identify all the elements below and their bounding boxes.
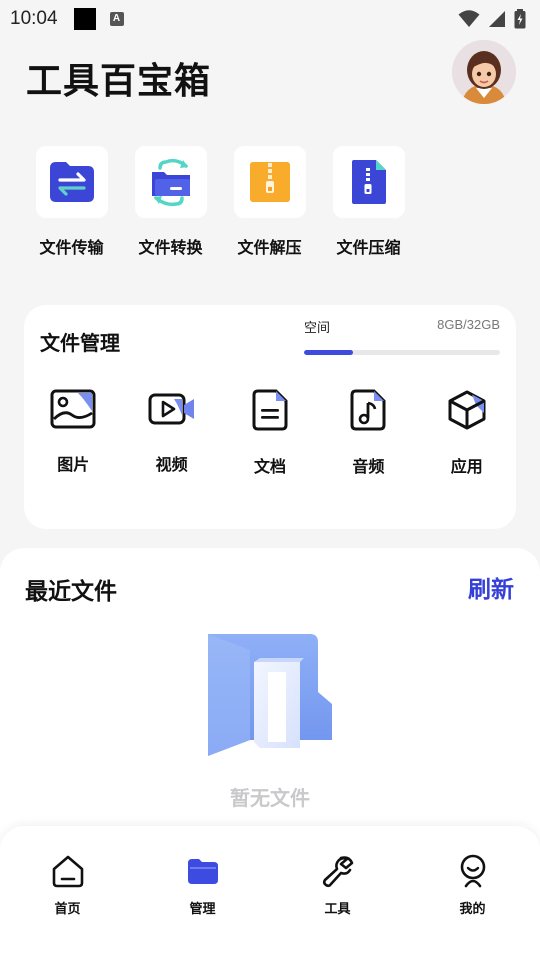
tool-tile — [134, 146, 207, 218]
tool-file-compress[interactable]: 文件压缩 — [319, 146, 418, 258]
category-label: 应用 — [450, 457, 483, 476]
folder-icon — [187, 859, 218, 884]
category-label: 视频 — [155, 455, 188, 474]
empty-state-text: 暂无文件 — [230, 786, 310, 810]
profile-icon — [460, 854, 485, 888]
notification-a-icon: A — [109, 12, 124, 26]
tool-label: 文件传输 — [39, 238, 104, 257]
storage-progress-fill — [304, 350, 353, 355]
avatar-image — [452, 40, 516, 104]
status-indicators — [458, 9, 526, 29]
app-cube-icon — [448, 390, 486, 430]
category-audio[interactable]: 音频 — [319, 389, 417, 477]
refresh-button[interactable]: 刷新 — [468, 570, 514, 604]
category-label: 音频 — [352, 457, 385, 476]
tool-label: 文件转换 — [138, 238, 203, 257]
nav-label: 首页 — [54, 902, 81, 917]
tool-tile — [332, 146, 405, 218]
file-transfer-icon — [49, 162, 94, 202]
avatar[interactable] — [452, 40, 516, 104]
document-icon — [252, 389, 288, 431]
notification-square-icon — [73, 8, 96, 30]
nav-label: 我的 — [459, 902, 486, 917]
tool-file-transfer[interactable]: 文件传输 — [22, 146, 121, 258]
tool-label: 文件解压 — [237, 238, 302, 257]
storage-space-label: 空间 — [304, 321, 331, 336]
video-icon — [148, 393, 194, 425]
file-convert-icon — [151, 158, 190, 207]
nav-label: 管理 — [189, 902, 216, 917]
status-bar: 10:04 A — [0, 0, 540, 38]
wrench-icon — [322, 856, 353, 888]
file-category-row: 图片 视频 文档 音频 应用 — [24, 389, 516, 477]
category-images[interactable]: 图片 — [24, 389, 122, 477]
storage-progress-bar — [304, 350, 500, 355]
bottom-nav: 首页 管理 工具 我的 — [0, 826, 540, 960]
file-unzip-icon — [249, 162, 290, 202]
empty-folder-illustration — [208, 634, 332, 756]
tool-label: 文件压缩 — [336, 238, 401, 257]
category-documents[interactable]: 文档 — [221, 389, 319, 477]
tool-tile — [233, 146, 306, 218]
page-title: 工具百宝箱 — [26, 61, 212, 102]
home-icon — [52, 855, 83, 888]
nav-label: 工具 — [324, 902, 351, 917]
audio-icon — [350, 389, 386, 431]
category-label: 文档 — [253, 457, 286, 476]
status-time: 10:04 — [10, 8, 58, 29]
nav-item-manage[interactable]: 管理 — [135, 826, 270, 960]
file-manager-card: 文件管理 空间 8GB/32GB 图片 视频 文档 音频 应用 — [24, 305, 516, 529]
nav-item-profile[interactable]: 我的 — [405, 826, 540, 960]
tool-file-unzip[interactable]: 文件解压 — [220, 146, 319, 258]
recent-files-title: 最近文件 — [25, 579, 117, 605]
tool-file-convert[interactable]: 文件转换 — [121, 146, 220, 258]
storage-space-value: 8GB/32GB — [437, 317, 500, 332]
tool-tile — [35, 146, 108, 218]
recent-files-panel: 最近文件 刷新 暂无文件 — [0, 548, 540, 848]
file-manager-title: 文件管理 — [40, 331, 120, 355]
signal-icon — [489, 11, 505, 27]
category-label: 图片 — [57, 455, 90, 474]
tools-row: 文件传输 文件转换 文件解压 文件压缩 — [22, 146, 422, 258]
category-apps[interactable]: 应用 — [418, 389, 516, 477]
wifi-icon — [458, 10, 480, 27]
image-icon — [50, 389, 96, 429]
file-compress-icon — [351, 160, 386, 204]
battery-icon — [514, 9, 526, 29]
nav-item-home[interactable]: 首页 — [0, 826, 135, 960]
nav-item-tools[interactable]: 工具 — [270, 826, 405, 960]
category-videos[interactable]: 视频 — [122, 389, 220, 477]
